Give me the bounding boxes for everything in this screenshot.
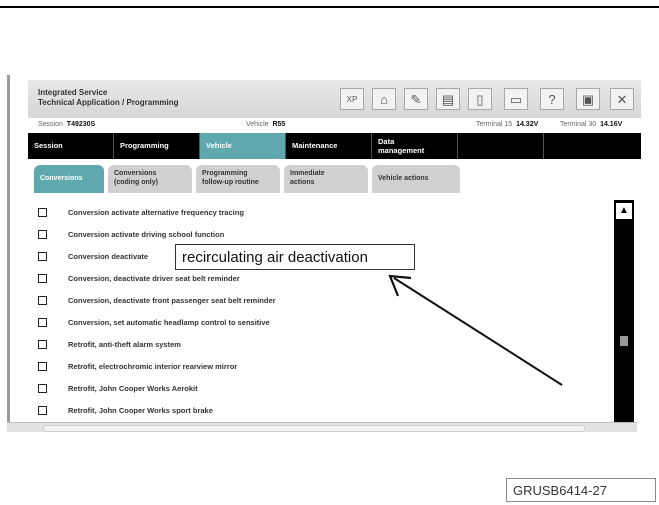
session-value: T49230S xyxy=(66,121,96,128)
checkbox[interactable] xyxy=(38,208,47,217)
list-item-label: Conversion activate alternative frequenc… xyxy=(68,208,244,217)
scroll-up-arrow-icon[interactable]: ▲ xyxy=(616,203,632,219)
nav-data-management[interactable]: Data management xyxy=(372,133,458,159)
title-bar: Integrated Service Technical Application… xyxy=(28,80,641,119)
session-info: Session T49230S xyxy=(38,121,95,128)
list-item-label: Conversion, deactivate front passenger s… xyxy=(68,296,276,305)
terminal15-value: 14.32V xyxy=(516,121,539,128)
list-item[interactable]: Retrofit, electrochromic interior rearvi… xyxy=(36,359,596,375)
tab-conversions-coding-only[interactable]: Conversions (coding only) xyxy=(108,165,192,193)
app-title-line1: Integrated Service xyxy=(38,88,108,97)
session-label: Session xyxy=(38,121,63,128)
help-icon[interactable]: ? xyxy=(540,88,564,110)
tab-programming-follow-up-line2: follow-up routine xyxy=(202,179,259,186)
list-item-label: Conversion activate driving school funct… xyxy=(68,230,225,239)
list-item-label: Retrofit, John Cooper Works sport brake xyxy=(68,406,213,415)
status-info-bar: Session T49230S Vehicle R55 Terminal 15 … xyxy=(28,118,641,132)
printer-icon[interactable]: ▭ xyxy=(504,88,528,110)
tab-conversions-coding-only-line1: Conversions xyxy=(114,170,157,177)
wrench-icon[interactable]: ✎ xyxy=(404,88,428,110)
terminal15-label: Terminal 15 xyxy=(476,121,513,128)
sub-tabs: Conversions Conversions (coding only) Pr… xyxy=(28,163,641,195)
nav-programming[interactable]: Programming xyxy=(114,133,200,159)
tab-immediate-actions-line1: Immediate xyxy=(290,170,325,177)
nav-maintenance[interactable]: Maintenance xyxy=(286,133,372,159)
list-item[interactable]: Retrofit, John Cooper Works sport brake xyxy=(36,403,596,419)
app-title: Integrated Service Technical Application… xyxy=(38,88,178,108)
checkbox[interactable] xyxy=(38,252,47,261)
checkbox[interactable] xyxy=(38,230,47,239)
nav-empty-1 xyxy=(458,133,544,159)
tab-conversions[interactable]: Conversions xyxy=(34,165,104,193)
scrollbar-thumb[interactable] xyxy=(620,336,628,346)
list-item-label: Conversion deactivate xyxy=(68,252,149,261)
tab-vehicle-actions[interactable]: Vehicle actions xyxy=(372,165,460,193)
list-item[interactable]: Conversion, deactivate driver seat belt … xyxy=(36,271,596,287)
terminal30-label: Terminal 30 xyxy=(560,121,597,128)
vehicle-label: Vehicle xyxy=(246,121,269,128)
checkbox[interactable] xyxy=(38,274,47,283)
app-title-line2: Technical Application / Programming xyxy=(38,98,179,107)
checkbox[interactable] xyxy=(38,340,47,349)
list-item[interactable]: Conversion, set automatic headlamp contr… xyxy=(36,315,596,331)
tab-conversions-coding-only-line2: (coding only) xyxy=(114,179,158,186)
minimize-icon[interactable]: ▣ xyxy=(576,88,600,110)
close-icon[interactable]: ✕ xyxy=(610,88,634,110)
xml-icon[interactable]: XP xyxy=(340,88,364,110)
nav-data-management-line1: Data xyxy=(378,137,395,146)
home-icon[interactable]: ⌂ xyxy=(372,88,396,110)
terminal15-info: Terminal 15 14.32V xyxy=(476,121,538,128)
list-item[interactable]: Retrofit, anti-theft alarm system xyxy=(36,337,596,353)
clipboard-icon[interactable]: ▯ xyxy=(468,88,492,110)
list-item-label: Conversion, deactivate driver seat belt … xyxy=(68,274,240,283)
tab-immediate-actions[interactable]: Immediate actions xyxy=(284,165,368,193)
tab-programming-follow-up[interactable]: Programming follow-up routine xyxy=(196,165,280,193)
nav-empty-2 xyxy=(544,133,641,159)
checkbox[interactable] xyxy=(38,384,47,393)
list-item[interactable]: Conversion activate driving school funct… xyxy=(36,227,596,243)
main-navigation: Session Programming Vehicle Maintenance … xyxy=(28,133,641,159)
image-id-label: GRUSB6414-27 xyxy=(506,478,656,502)
terminal30-value: 14.16V xyxy=(600,121,623,128)
nav-data-management-line2: management xyxy=(378,146,425,155)
list-item[interactable]: Conversion, deactivate front passenger s… xyxy=(36,293,596,309)
list-item-label: Retrofit, anti-theft alarm system xyxy=(68,340,181,349)
nav-vehicle[interactable]: Vehicle xyxy=(200,133,286,159)
list-item-label: Conversion, set automatic headlamp contr… xyxy=(68,318,270,327)
tab-programming-follow-up-line1: Programming xyxy=(202,170,248,177)
list-item-label: Retrofit, John Cooper Works Aerokit xyxy=(68,384,198,393)
nav-session[interactable]: Session xyxy=(28,133,114,159)
list-item[interactable]: Retrofit, John Cooper Works Aerokit xyxy=(36,381,596,397)
tab-immediate-actions-line2: actions xyxy=(290,179,315,186)
list-item-label: Retrofit, electrochromic interior rearvi… xyxy=(68,362,238,371)
checkbox[interactable] xyxy=(38,296,47,305)
window-left-edge xyxy=(7,75,10,430)
notes-icon[interactable]: ▤ xyxy=(436,88,460,110)
checkbox[interactable] xyxy=(38,318,47,327)
horizontal-scrollbar[interactable] xyxy=(7,422,637,432)
top-rule xyxy=(0,6,659,8)
terminal30-info: Terminal 30 14.16V xyxy=(560,121,622,128)
conversion-list: Conversion activate alternative frequenc… xyxy=(36,198,611,422)
annotation-callout: recirculating air deactivation xyxy=(175,244,415,270)
list-item[interactable]: Conversion activate alternative frequenc… xyxy=(36,205,596,221)
vertical-scrollbar[interactable]: ▲ xyxy=(614,200,634,422)
horizontal-scrollbar-thumb[interactable] xyxy=(43,425,585,432)
checkbox[interactable] xyxy=(38,406,47,415)
vehicle-value: R55 xyxy=(272,121,286,128)
checkbox[interactable] xyxy=(38,362,47,371)
vehicle-info: Vehicle R55 xyxy=(246,121,285,128)
